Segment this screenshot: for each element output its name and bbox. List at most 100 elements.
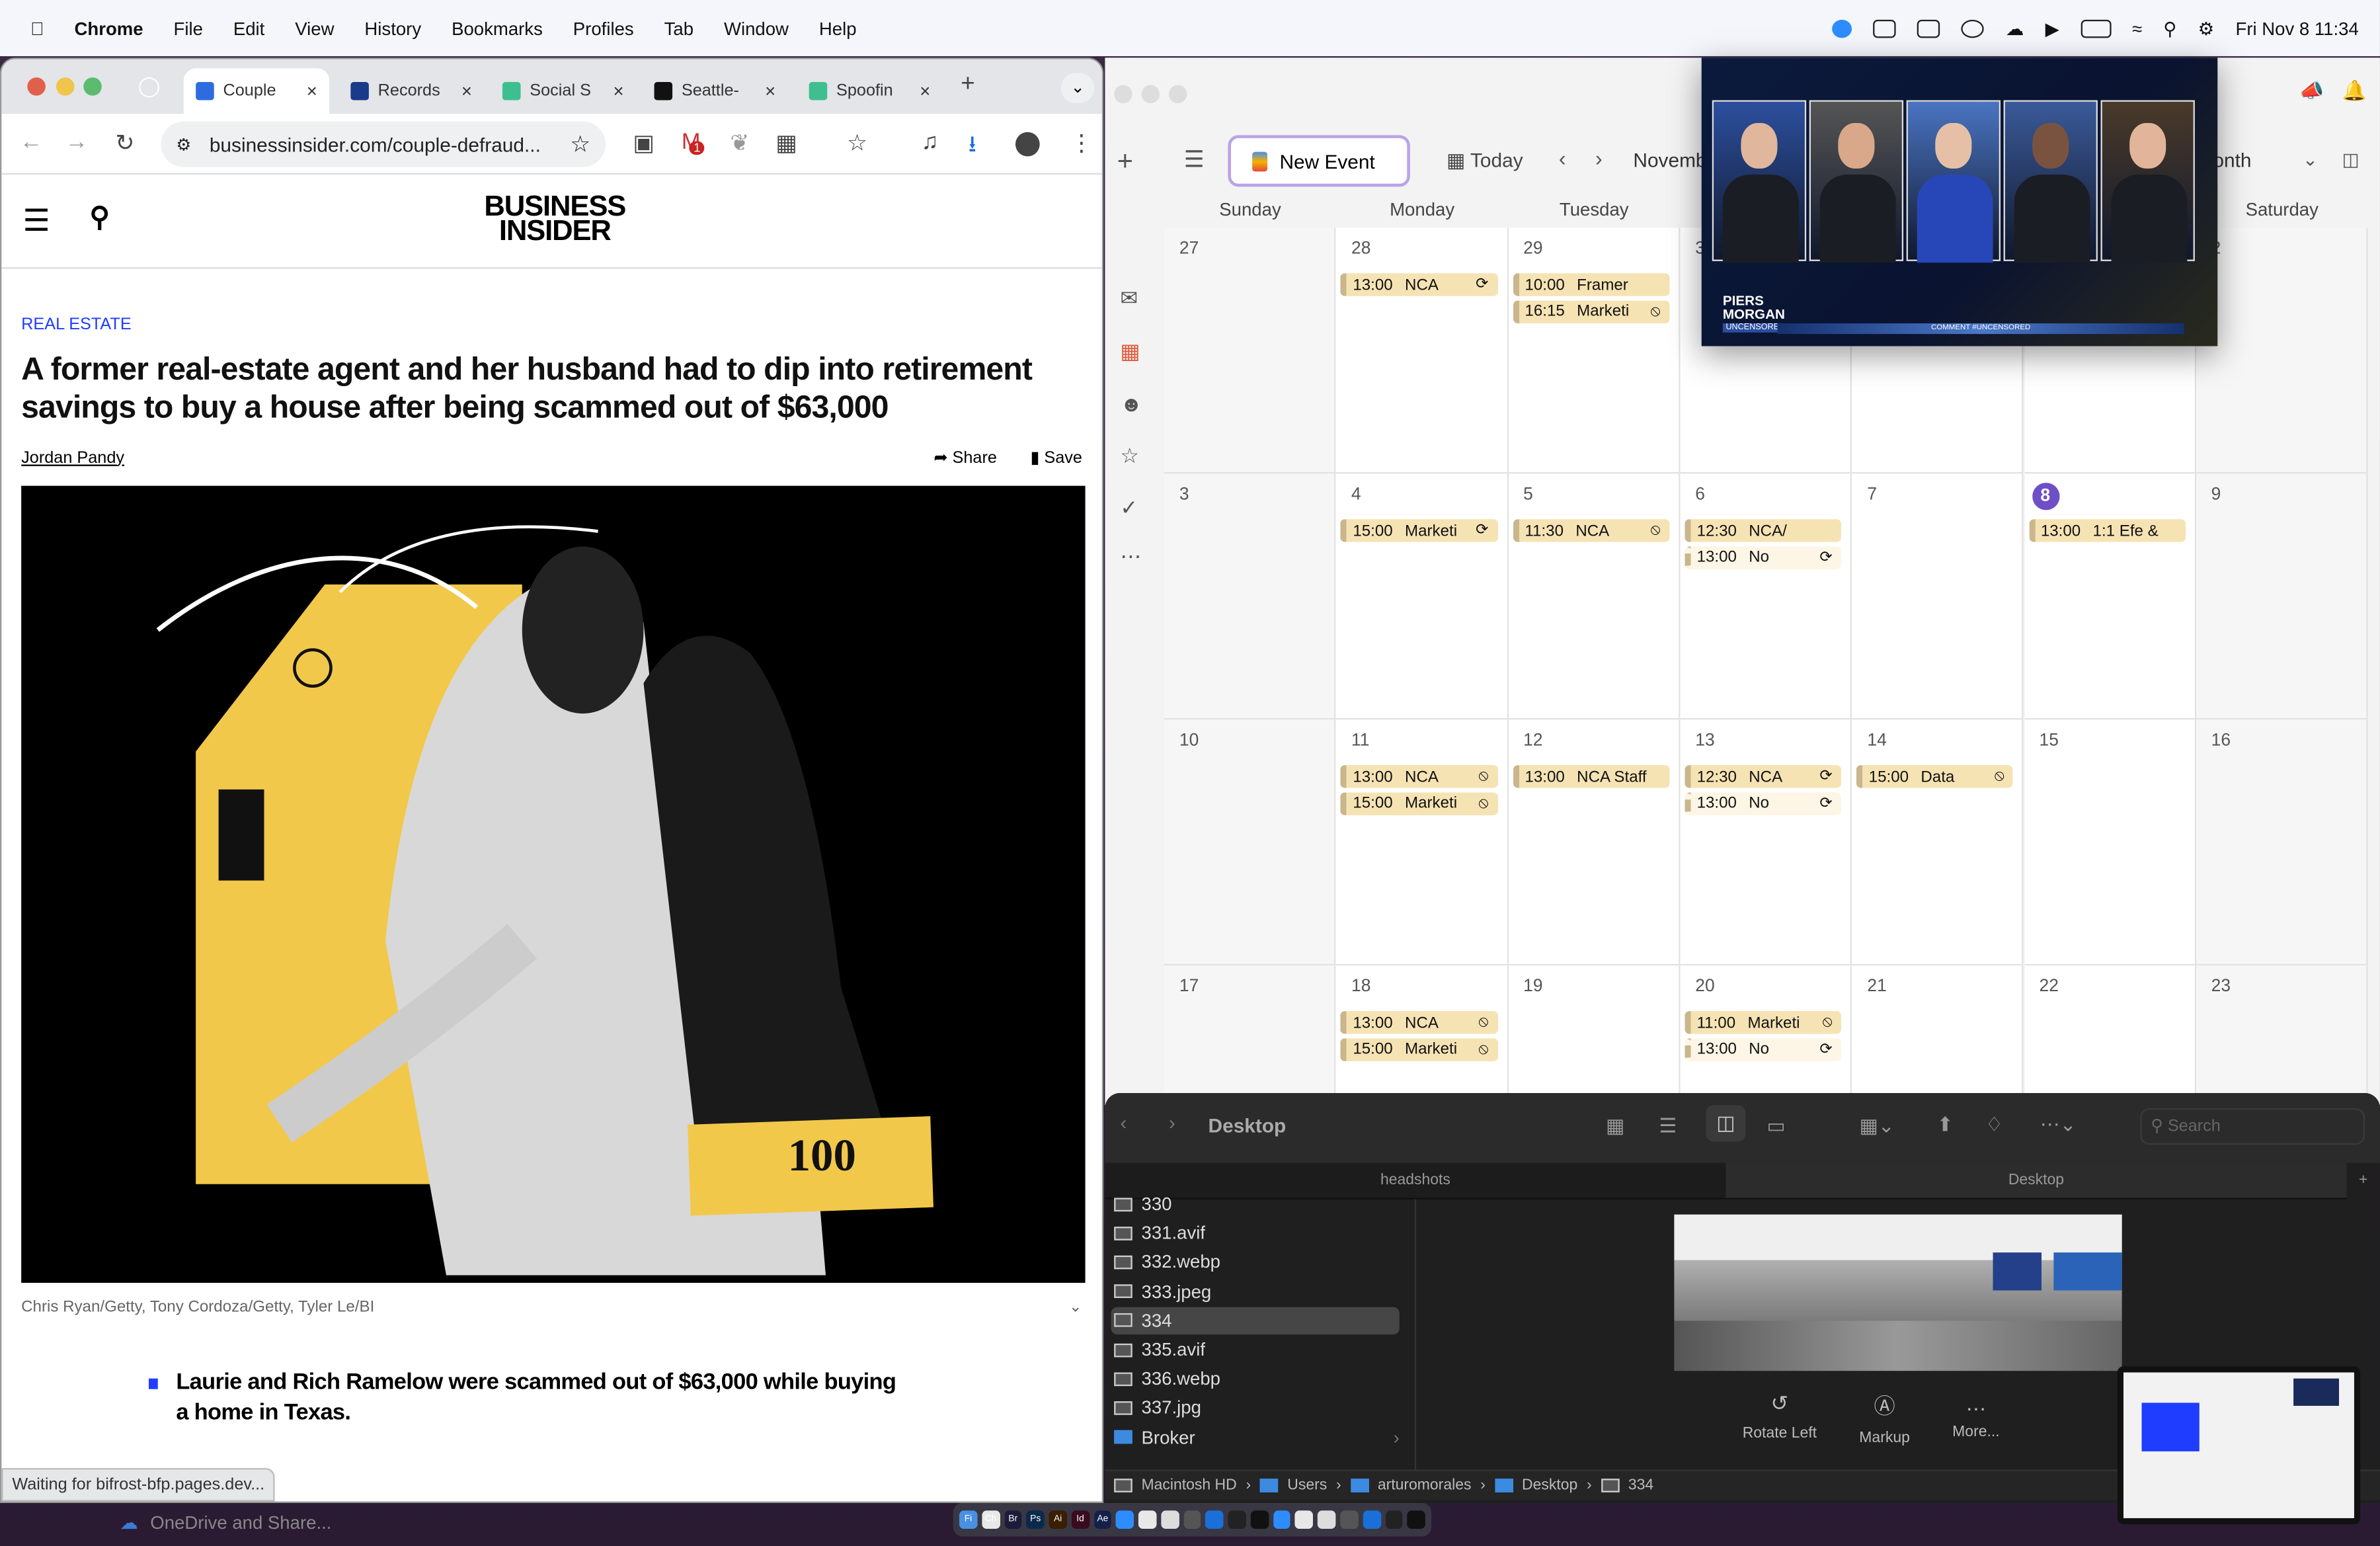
close-window-button[interactable] <box>27 77 46 96</box>
apple-icon[interactable]:  <box>30 17 44 38</box>
markup-button[interactable]: Ⓐ Markup <box>1859 1391 1910 1447</box>
calendar-event[interactable]: 13:00 1:1 Efe & <box>2028 519 2186 542</box>
menu-view[interactable]: View <box>295 17 334 38</box>
maximize-window-button[interactable] <box>83 77 102 96</box>
file-item[interactable]: 333.jpeg <box>1111 1278 1400 1305</box>
dock-app-icon[interactable] <box>1295 1510 1314 1529</box>
picture-in-picture-video[interactable]: PIERS MORGAN UNCENSORED COMMENT #UNCENSO… <box>1701 58 2218 346</box>
menu-app[interactable]: Chrome <box>74 17 143 38</box>
calendar-event[interactable]: 13:00 NCA Staff <box>1513 765 1670 788</box>
download-icon[interactable]: ⭳ <box>969 129 976 167</box>
cloud-icon[interactable]: ☁ <box>2006 17 2024 38</box>
bookmark-star-icon[interactable]: ☆ <box>570 130 590 158</box>
menu-tab[interactable]: Tab <box>664 17 694 38</box>
minimize-window-button[interactable] <box>56 77 75 96</box>
browser-tab[interactable]: Records × <box>338 68 484 114</box>
dock-app-icon[interactable] <box>1408 1510 1426 1529</box>
dock-app-icon[interactable] <box>1363 1510 1381 1529</box>
reload-icon[interactable]: ↻ <box>115 129 134 156</box>
calendar-event[interactable]: 15:00 Data ⦸ <box>1856 765 2014 788</box>
calendar-event[interactable]: 11:00 Marketi ⦸ <box>1685 1011 1842 1034</box>
cast-icon[interactable]: ▣ <box>633 129 654 156</box>
mail-icon[interactable]: ✉ <box>1120 286 1138 311</box>
author-link[interactable]: Jordan Pandy <box>21 448 124 467</box>
menu-profiles[interactable]: Profiles <box>573 17 634 38</box>
more-icon[interactable]: ⋯ <box>1120 544 1141 569</box>
icon-view-icon[interactable]: ▦ <box>1606 1114 1624 1139</box>
column-view-icon[interactable]: ◫ <box>1706 1105 1746 1142</box>
file-item[interactable]: 337.jpg <box>1111 1395 1400 1422</box>
file-item[interactable]: 334 <box>1111 1307 1400 1334</box>
onedrive-taskbar-item[interactable]: ☁ OneDrive and Share... <box>96 1506 399 1540</box>
hamburger-menu-icon[interactable]: ☰ <box>22 202 50 239</box>
dock-app-icon[interactable] <box>1228 1510 1246 1529</box>
path-segment[interactable]: Desktop <box>1522 1477 1577 1494</box>
browser-tab[interactable]: Couple × <box>183 68 330 114</box>
day-cell[interactable]: 8 13:00 1:1 Efe & <box>2024 473 2196 720</box>
menu-file[interactable]: File <box>174 17 203 38</box>
day-cell[interactable]: 11 13:00 NCA ⦸ 15:00 Marketi ⦸ <box>1336 719 1509 966</box>
day-cell[interactable]: 29 10:00 Framer 16:15 Marketi ⦸ <box>1508 227 1681 474</box>
file-item[interactable]: 336.webp <box>1111 1365 1400 1392</box>
close-tab-icon[interactable]: × <box>614 81 624 102</box>
tab-search-icon[interactable]: ◯ <box>138 74 160 99</box>
back-icon[interactable]: ‹ <box>1120 1112 1127 1134</box>
panel-toggle-icon[interactable]: ◫ <box>2342 149 2360 170</box>
gallery-view-icon[interactable]: ▭ <box>1766 1114 1785 1139</box>
dock-app-icon[interactable] <box>1250 1510 1269 1529</box>
browser-tab[interactable]: Spoofin × <box>797 68 942 114</box>
calendar-event[interactable]: 13:00 NCA ⦸ <box>1340 1011 1498 1034</box>
business-insider-logo[interactable]: BUSINESS INSIDER <box>484 193 626 246</box>
next-month-button[interactable]: › <box>1595 145 1603 170</box>
address-bar[interactable]: ⚙ businessinsider.com/couple-defraud... … <box>161 121 606 167</box>
add-tab-icon[interactable]: + <box>2346 1163 2380 1200</box>
browser-tab[interactable]: Seattle- × <box>642 68 787 114</box>
media-control-icon[interactable]: ♫ <box>922 129 939 155</box>
close-tab-icon[interactable]: × <box>461 81 472 102</box>
day-cell[interactable]: 12 13:00 NCA Staff <box>1508 719 1681 966</box>
calendar-event[interactable]: 13:00 NCA ⦸ <box>1340 765 1498 788</box>
profile-avatar[interactable] <box>1015 132 1040 157</box>
new-tab-button[interactable]: + <box>961 71 974 99</box>
folder-item[interactable]: Broker › <box>1111 1424 1400 1451</box>
calendar-event[interactable]: 12:30 NCA/ <box>1685 519 1842 542</box>
dock-app-icon[interactable] <box>1116 1510 1134 1529</box>
tag-icon[interactable]: ♢ <box>1985 1113 2003 1137</box>
creative-cloud-icon[interactable] <box>1962 19 1985 38</box>
view-chevron-icon[interactable]: ⌄ <box>2303 149 2318 170</box>
menu-window[interactable]: Window <box>724 17 789 38</box>
save-button[interactable]: ▮ Save <box>1030 448 1082 468</box>
extension-icon[interactable]: ❦ <box>730 129 749 156</box>
calendar-event[interactable]: 13:00 NCA ⟳ <box>1340 273 1498 296</box>
close-window-button[interactable] <box>1114 85 1132 104</box>
calendar-event[interactable]: 15:00 Marketi ⦸ <box>1340 1037 1498 1061</box>
outlook-icon[interactable] <box>1874 19 1897 38</box>
day-cell[interactable]: 10 <box>1164 719 1337 966</box>
dock-app-icon[interactable]: Fi <box>959 1510 978 1529</box>
more-button[interactable]: … More... <box>1952 1391 1999 1447</box>
file-item[interactable]: 331.avif <box>1111 1219 1400 1246</box>
menu-kebab-icon[interactable]: ⋮ <box>1070 129 1093 156</box>
new-event-button[interactable]: New Event <box>1228 135 1410 187</box>
dock-app-icon[interactable] <box>1385 1510 1404 1529</box>
star-icon[interactable]: ☆ <box>1120 443 1139 469</box>
extensions-puzzle-icon[interactable]: ▦ <box>775 129 797 156</box>
file-item[interactable]: 335.avif <box>1111 1336 1400 1363</box>
day-cell[interactable]: 16 <box>2196 719 2368 966</box>
calendar-event[interactable]: 16:15 Marketi ⦸ <box>1513 300 1670 323</box>
favorites-icon[interactable]: ☆ <box>847 129 867 156</box>
close-tab-icon[interactable]: × <box>307 81 317 102</box>
today-button[interactable]: ▦ Today <box>1447 149 1523 173</box>
dock-app-icon[interactable]: Id <box>1071 1510 1090 1529</box>
site-info-icon[interactable]: ⚙ <box>176 134 191 154</box>
day-cell[interactable]: 14 15:00 Data ⦸ <box>1852 719 2024 966</box>
browser-tab[interactable]: Social S × <box>491 68 636 114</box>
menu-history[interactable]: History <box>364 17 421 38</box>
path-segment[interactable]: 334 <box>1628 1477 1653 1494</box>
calendar-event[interactable]: 15:00 Marketi ⦸ <box>1340 792 1498 815</box>
day-cell[interactable]: 3 <box>1164 473 1337 720</box>
calendar-event[interactable]: 13:00 No ⟳ <box>1685 546 1842 569</box>
announce-icon[interactable]: 📣 <box>2299 79 2324 103</box>
previous-month-button[interactable]: ‹ <box>1559 145 1566 170</box>
calendar-icon[interactable]: ▦ <box>1120 339 1140 364</box>
